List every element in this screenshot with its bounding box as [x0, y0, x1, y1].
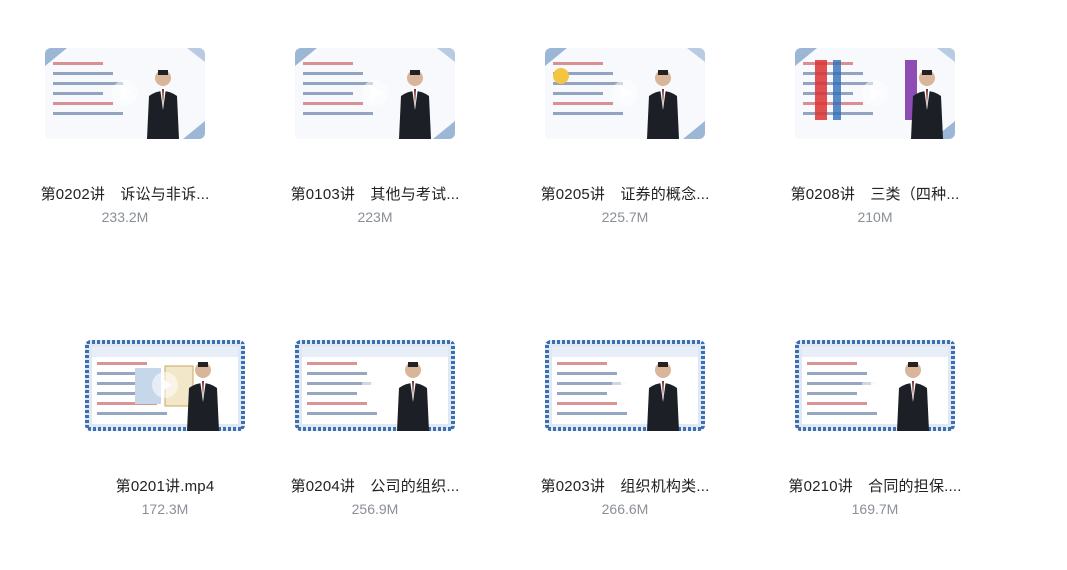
- video-thumbnail: [295, 48, 455, 139]
- slide-text-line: [803, 92, 853, 95]
- slide-text-line: [553, 102, 613, 105]
- video-thumbnail: [795, 48, 955, 139]
- video-thumbnail-frame[interactable]: [545, 340, 705, 431]
- file-tile[interactable]: 第0208讲 三类（四种... 210M: [750, 0, 1000, 230]
- file-title[interactable]: 第0203讲 组织机构类...: [500, 475, 750, 496]
- presenter-hair: [908, 362, 918, 367]
- video-thumbnail: [45, 48, 205, 139]
- file-tile[interactable]: 第0204讲 公司的组织... 256.9M: [250, 292, 500, 522]
- file-title[interactable]: 第0103讲 其他与考试...: [250, 183, 500, 204]
- slide-text-line: [807, 372, 867, 375]
- slide-header-band: [302, 347, 448, 357]
- file-tile[interactable]: 第0202讲 诉讼与非诉... 233.2M: [0, 0, 250, 230]
- slide-text-line: [557, 372, 617, 375]
- slide-header-band: [92, 347, 238, 357]
- slide-text-line: [53, 102, 113, 105]
- video-thumbnail-frame[interactable]: [45, 48, 205, 139]
- slide-text-line: [807, 392, 857, 395]
- video-thumbnail-frame[interactable]: [795, 48, 955, 139]
- slide-text-line: [807, 412, 877, 415]
- video-thumbnail-frame[interactable]: [85, 340, 245, 431]
- slide-text-line: [803, 62, 853, 65]
- presenter-hair: [922, 70, 932, 75]
- slide-text-line: [307, 402, 367, 405]
- slide-text-line: [303, 82, 373, 85]
- slide-text-line: [303, 112, 373, 115]
- slide-text-line: [307, 412, 377, 415]
- file-title[interactable]: 第0210讲 合同的担保....: [750, 475, 1000, 496]
- file-grid: 第0202讲 诉讼与非诉... 233.2M 第0103讲 其他与考试... 223M…: [0, 0, 1067, 570]
- presenter-hair: [658, 362, 668, 367]
- presenter-hair: [658, 70, 668, 75]
- presenter-hair: [410, 70, 420, 75]
- slide-text-line: [307, 362, 357, 365]
- slide-text-line: [557, 412, 627, 415]
- presenter-hair: [198, 362, 208, 367]
- slide-text-line: [97, 362, 147, 365]
- file-size: 223M: [357, 209, 393, 225]
- file-tile[interactable]: 第0103讲 其他与考试... 223M: [250, 0, 500, 230]
- diagram-box: [833, 60, 841, 120]
- video-thumbnail: [545, 48, 705, 139]
- video-thumbnail-frame[interactable]: [795, 340, 955, 431]
- slide-text-line: [307, 372, 367, 375]
- file-title[interactable]: 第0205讲 证券的概念...: [500, 183, 750, 204]
- video-thumbnail: [85, 340, 245, 431]
- video-thumbnail: [295, 340, 455, 431]
- slide-text-line: [53, 62, 103, 65]
- file-tile[interactable]: 第0210讲 合同的担保.... 169.7M: [750, 292, 1000, 522]
- slide-text-line: [553, 112, 623, 115]
- cartoon-face: [553, 68, 569, 84]
- video-thumbnail: [545, 340, 705, 431]
- file-title[interactable]: 第0202讲 诉讼与非诉...: [0, 183, 250, 204]
- video-thumbnail-frame[interactable]: [295, 340, 455, 431]
- video-thumbnail: [795, 340, 955, 431]
- video-thumbnail-frame[interactable]: [545, 48, 705, 139]
- slide-text-line: [557, 392, 607, 395]
- file-size: 256.9M: [351, 501, 399, 517]
- file-size: 225.7M: [601, 209, 649, 225]
- slide-text-line: [97, 412, 167, 415]
- file-size: 233.2M: [101, 209, 149, 225]
- file-tile[interactable]: 第0205讲 证券的概念... 225.7M: [500, 0, 750, 230]
- slide-text-line: [303, 62, 353, 65]
- slide-text-line: [807, 402, 867, 405]
- slide-text-line: [303, 102, 363, 105]
- slide-text-line: [557, 362, 607, 365]
- slide-text-line: [303, 72, 363, 75]
- file-size: 210M: [857, 209, 893, 225]
- file-size: 169.7M: [851, 501, 899, 517]
- file-size: 266.6M: [601, 501, 649, 517]
- slide-text-line: [53, 72, 113, 75]
- slide-header-band: [552, 347, 698, 357]
- slide-text-line: [307, 392, 357, 395]
- video-thumbnail-frame[interactable]: [295, 48, 455, 139]
- slide-text-line: [53, 82, 123, 85]
- slide-text-line: [303, 92, 353, 95]
- file-title[interactable]: 第0208讲 三类（四种...: [750, 183, 1000, 204]
- file-tile[interactable]: 第0203讲 组织机构类... 266.6M: [500, 292, 750, 522]
- diagram-box: [815, 60, 827, 120]
- presenter-hair: [158, 70, 168, 75]
- slide-text-line: [53, 92, 103, 95]
- presenter-hair: [408, 362, 418, 367]
- slide-text-line: [53, 112, 123, 115]
- slide-text-line: [553, 62, 603, 65]
- slide-text-line: [807, 362, 857, 365]
- slide-text-line: [557, 402, 617, 405]
- slide-header-band: [802, 347, 948, 357]
- file-title[interactable]: 第0204讲 公司的组织...: [250, 475, 500, 496]
- slide-text-line: [553, 92, 603, 95]
